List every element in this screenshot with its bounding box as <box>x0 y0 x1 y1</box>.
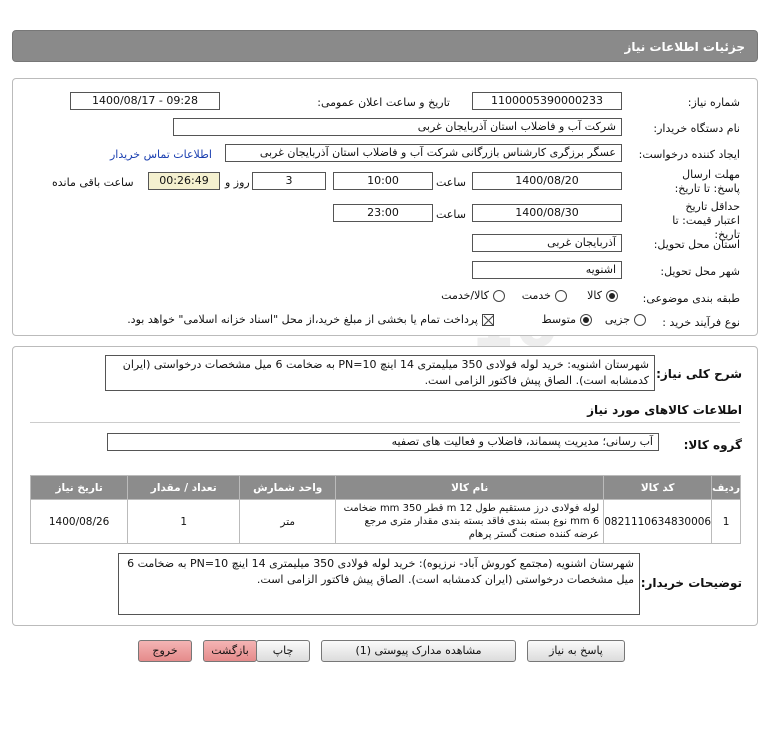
goods-group-label: گروه کالا: <box>683 438 742 452</box>
remaining-time-label: ساعت باقی مانده <box>52 176 134 189</box>
goods-group-field: آب رسانی؛ مدیریت پسماند، فاضلاب و فعالیت… <box>107 433 659 451</box>
validity-time-field: 23:00 <box>333 204 433 222</box>
reply-button[interactable]: پاسخ به نیاز <box>527 640 625 662</box>
days-label: روز و <box>225 176 250 189</box>
radio-selected-icon <box>580 313 592 326</box>
table-header-row: ردیف کد کالا نام کالا واحد شمارش تعداد /… <box>29 475 741 500</box>
province-label: استان محل تحویل: <box>653 238 740 251</box>
attachments-button[interactable]: مشاهده مدارک پیوستی (1) <box>321 640 516 662</box>
announce-date-label: تاریخ و ساعت اعلان عمومی: <box>317 96 450 109</box>
buyer-notes-field: شهرستان اشنویه (مجتمع کوروش آباد- نرزیوه… <box>118 553 640 615</box>
buyer-org-field: شرکت آب و فاضلاب استان آذربایجان غربی <box>173 118 622 136</box>
deadline-label: مهلت ارسال پاسخ: تا تاریخ: <box>674 168 740 195</box>
need-number-field: 1100005390000233 <box>472 92 622 110</box>
col-header-qty: تعداد / مقدار <box>127 475 241 500</box>
process-option-medium[interactable]: متوسط <box>541 313 592 326</box>
radio-selected-icon <box>606 289 618 302</box>
cell-qty: 1 <box>127 499 241 544</box>
deadline-time-field: 10:00 <box>333 172 433 190</box>
process-option-minor[interactable]: جزیی <box>605 313 646 326</box>
col-header-unit: واحد شمارش <box>239 475 337 500</box>
days-field: 3 <box>252 172 326 190</box>
page-title: جزئیات اطلاعات نیاز <box>624 40 745 54</box>
radio-icon <box>634 313 646 326</box>
remaining-time-field: 00:26:49 <box>148 172 220 190</box>
buyer-notes-label: توضیحات خریدار: <box>640 576 742 590</box>
radio-icon <box>555 289 567 302</box>
cell-code: 0821110634830006 <box>603 499 713 544</box>
province-field: آذربایجان غربی <box>472 234 622 252</box>
city-field: اشنویه <box>472 261 622 279</box>
need-number-label: شماره نیاز: <box>687 96 740 109</box>
radio-icon <box>493 289 505 302</box>
buyer-contact-link[interactable]: اطلاعات تماس خریدار <box>110 147 212 163</box>
validity-date-field: 1400/08/30 <box>472 204 622 222</box>
city-label: شهر محل تحویل: <box>660 265 740 278</box>
col-header-code: کد کالا <box>603 475 713 500</box>
category-option-service[interactable]: خدمت <box>522 289 567 302</box>
summary-label: شرح کلی نیاز: <box>656 367 742 381</box>
category-option-goods[interactable]: کالا <box>587 289 618 302</box>
section-divider <box>30 422 740 423</box>
buyer-org-label: نام دستگاه خریدار: <box>653 122 740 135</box>
category-option-goods-service[interactable]: کالا/خدمت <box>441 289 505 302</box>
validity-label: حداقل تاریخ اعتبار قیمت: تا تاریخ: <box>672 200 740 241</box>
exit-button[interactable]: خروج <box>138 640 192 662</box>
deadline-date-field: 1400/08/20 <box>472 172 622 190</box>
deadline-time-label: ساعت <box>436 176 466 189</box>
process-type-label: نوع فرآیند خرید : <box>662 316 740 329</box>
announce-date-field: 1400/08/17 - 09:28 <box>70 92 220 110</box>
validity-time-label: ساعت <box>436 208 466 221</box>
category-label: طبقه بندی موضوعی: <box>642 292 740 305</box>
cell-row-number: 1 <box>711 499 741 544</box>
col-header-name: نام کالا <box>335 475 605 500</box>
back-button[interactable]: بازگشت <box>203 640 257 662</box>
col-header-date: تاریخ نیاز <box>29 475 129 500</box>
summary-text-field: شهرستان اشنویه: خرید لوله فولادی 350 میل… <box>105 355 655 391</box>
table-row: 1 0821110634830006 لوله فولادی درز مستقی… <box>29 499 741 544</box>
creator-field: عسگر برزگری کارشناس بازرگانی شرکت آب و ف… <box>225 144 622 162</box>
treasury-payment-checkbox[interactable]: پرداخت تمام یا بخشی از مبلغ خرید،از محل … <box>127 313 494 326</box>
creator-label: ایجاد کننده درخواست: <box>638 148 740 161</box>
cell-date: 1400/08/26 <box>29 499 129 544</box>
goods-info-title: اطلاعات کالاهای مورد نیاز <box>587 403 742 417</box>
col-header-row-number: ردیف <box>711 475 741 500</box>
checkbox-checked-icon <box>482 313 494 326</box>
cell-unit: متر <box>239 499 337 544</box>
goods-table: ردیف کد کالا نام کالا واحد شمارش تعداد /… <box>29 475 741 544</box>
cell-name: لوله فولادی درز مستقیم طول 12 m قطر 350 … <box>335 499 605 544</box>
print-button[interactable]: چاپ <box>256 640 310 662</box>
goods-table-wrapper: ردیف کد کالا نام کالا واحد شمارش تعداد /… <box>29 475 741 544</box>
page-header: جزئیات اطلاعات نیاز <box>12 30 758 62</box>
